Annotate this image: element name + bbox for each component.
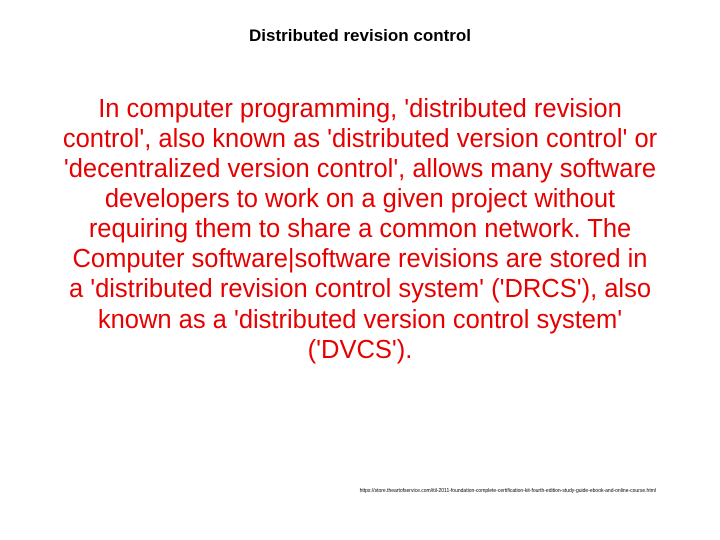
slide-title: Distributed revision control [0,26,720,46]
footer-url: https://store.theartofservice.com/itil-2… [64,488,656,494]
slide: Distributed revision control In computer… [0,0,720,540]
slide-body-text: In computer programming, 'distributed re… [62,94,658,365]
